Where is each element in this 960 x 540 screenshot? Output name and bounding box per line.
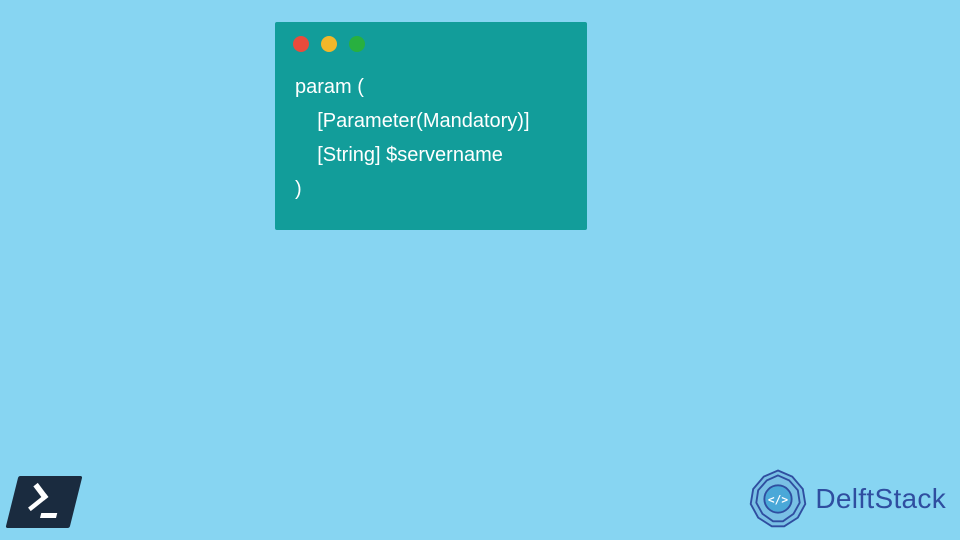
brand-name: DelftStack: [815, 483, 946, 515]
code-line: [String] $servername: [295, 144, 503, 166]
code-body: param ( [Parameter(Mandatory)] [String] …: [275, 58, 587, 212]
code-line: [Parameter(Mandatory)]: [295, 110, 530, 132]
window-titlebar: [275, 22, 587, 58]
powershell-icon: [8, 476, 72, 534]
maximize-icon: [349, 36, 365, 52]
svg-text:</>: </>: [768, 493, 788, 506]
close-icon: [293, 36, 309, 52]
code-line: param (: [295, 76, 364, 98]
brand-logo-icon: </>: [747, 468, 809, 530]
brand: </> DelftStack: [747, 468, 946, 530]
code-line: ): [295, 178, 302, 200]
minimize-icon: [321, 36, 337, 52]
code-window: param ( [Parameter(Mandatory)] [String] …: [275, 22, 587, 230]
